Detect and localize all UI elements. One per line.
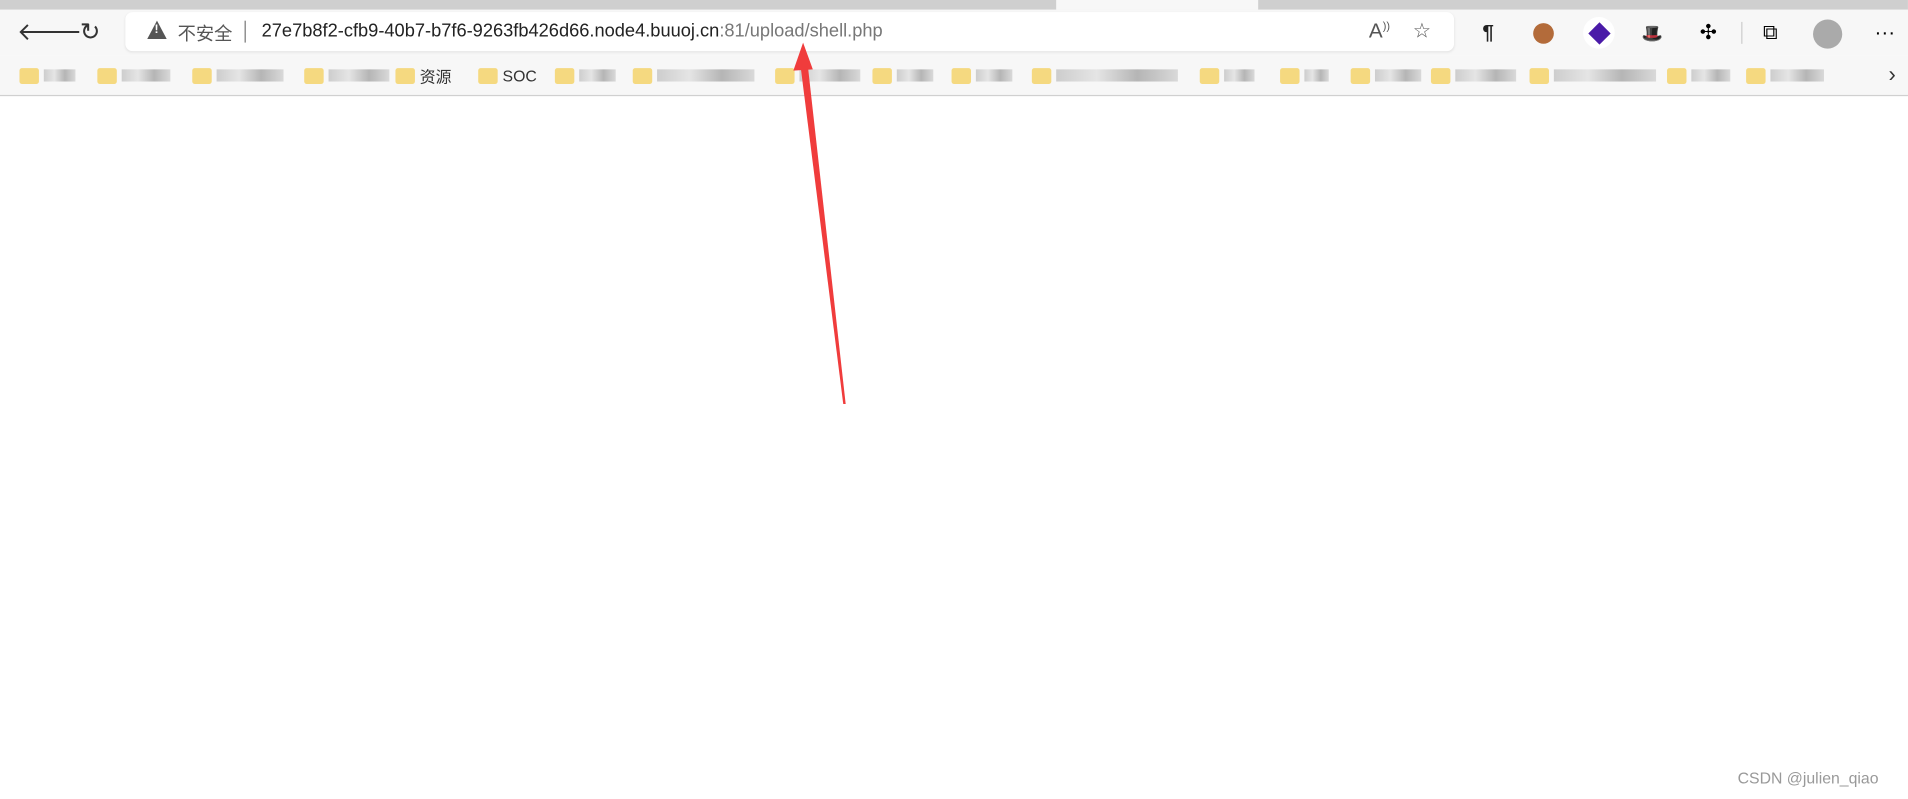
arrow-head xyxy=(793,42,813,71)
watermark: CSDN @julien_qiao xyxy=(1737,769,1879,788)
red-arrow-annotation xyxy=(793,42,846,404)
arrow-shaft xyxy=(800,66,846,404)
